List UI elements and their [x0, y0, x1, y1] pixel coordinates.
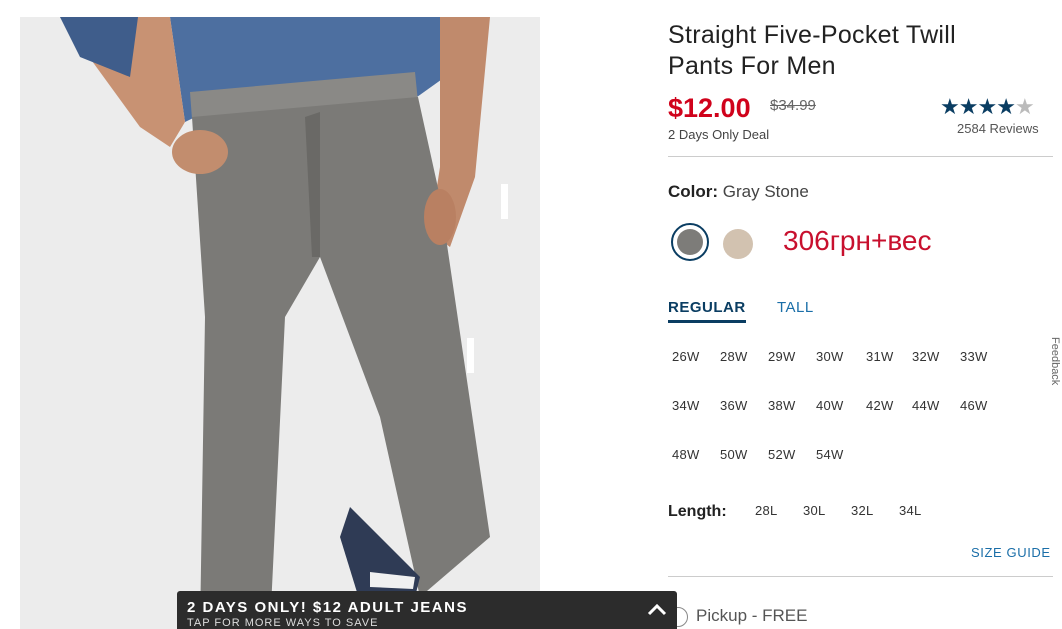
- size-option-33w[interactable]: 33W: [960, 349, 988, 364]
- length-option-34l[interactable]: 34L: [899, 503, 922, 518]
- size-option-44w[interactable]: 44W: [912, 398, 940, 413]
- size-option-54w[interactable]: 54W: [816, 447, 844, 462]
- size-option-42w[interactable]: 42W: [866, 398, 894, 413]
- feedback-tab[interactable]: Feedback: [1049, 337, 1061, 385]
- size-option-29w[interactable]: 29W: [768, 349, 796, 364]
- rating-stars[interactable]: ★★★★★: [940, 94, 1035, 120]
- length-option-30l[interactable]: 30L: [803, 503, 826, 518]
- size-option-50w[interactable]: 50W: [720, 447, 748, 462]
- color-swatch-tan[interactable]: [723, 229, 753, 259]
- divider: [668, 576, 1053, 577]
- star-icon: ★: [996, 94, 1016, 119]
- tab-tall[interactable]: TALL: [777, 299, 814, 316]
- pickup-label: Pickup - FREE: [696, 606, 808, 625]
- star-icon: ★: [958, 94, 979, 119]
- color-label: Color:: [668, 182, 719, 201]
- size-option-32w[interactable]: 32W: [912, 349, 940, 364]
- star-icon: ★: [977, 94, 997, 119]
- tab-regular[interactable]: REGULAR: [668, 299, 746, 323]
- size-option-40w[interactable]: 40W: [816, 398, 844, 413]
- size-option-30w[interactable]: 30W: [816, 349, 844, 364]
- sale-price: $12.00: [668, 93, 751, 123]
- color-value: Gray Stone: [722, 182, 809, 201]
- size-option-38w[interactable]: 38W: [768, 398, 796, 413]
- size-option-36w[interactable]: 36W: [720, 398, 748, 413]
- chevron-up-icon[interactable]: [647, 601, 667, 617]
- half-star-icon: ★: [1014, 94, 1035, 119]
- size-option-28w[interactable]: 28W: [720, 349, 748, 364]
- deal-label: 2 Days Only Deal: [668, 127, 770, 142]
- size-guide-link[interactable]: SIZE GUIDE: [971, 545, 1051, 560]
- size-option-52w[interactable]: 52W: [768, 447, 796, 462]
- size-option-26w[interactable]: 26W: [672, 349, 700, 364]
- length-label: Length:: [668, 503, 727, 520]
- product-title: Straight Five-Pocket Twill Pants For Men: [668, 21, 956, 80]
- color-label-row: Color: Gray Stone: [668, 182, 809, 202]
- size-option-48w[interactable]: 48W: [672, 447, 700, 462]
- original-price: $34.99: [770, 97, 816, 114]
- promo-subline: TAP FOR MORE WAYS TO SAVE: [187, 617, 379, 629]
- reviews-link[interactable]: 2584 Reviews: [957, 121, 1039, 136]
- length-option-32l[interactable]: 32L: [851, 503, 874, 518]
- promo-banner[interactable]: 2 DAYS ONLY! $12 ADULT JEANS TAP FOR MOR…: [177, 591, 677, 629]
- size-option-31w[interactable]: 31W: [866, 349, 894, 364]
- star-icon: ★: [940, 94, 960, 119]
- pants-photo: [20, 17, 540, 629]
- promo-headline: 2 DAYS ONLY! $12 ADULT JEANS: [187, 599, 468, 616]
- size-option-46w[interactable]: 46W: [960, 398, 988, 413]
- size-option-34w[interactable]: 34W: [672, 398, 700, 413]
- product-image[interactable]: [20, 17, 540, 629]
- pickup-option[interactable]: Pickup - FREE: [668, 606, 807, 627]
- length-option-28l[interactable]: 28L: [755, 503, 778, 518]
- divider: [668, 156, 1053, 157]
- color-swatch-gray-stone[interactable]: [677, 229, 703, 255]
- price-annotation: 306грн+вес: [783, 225, 932, 256]
